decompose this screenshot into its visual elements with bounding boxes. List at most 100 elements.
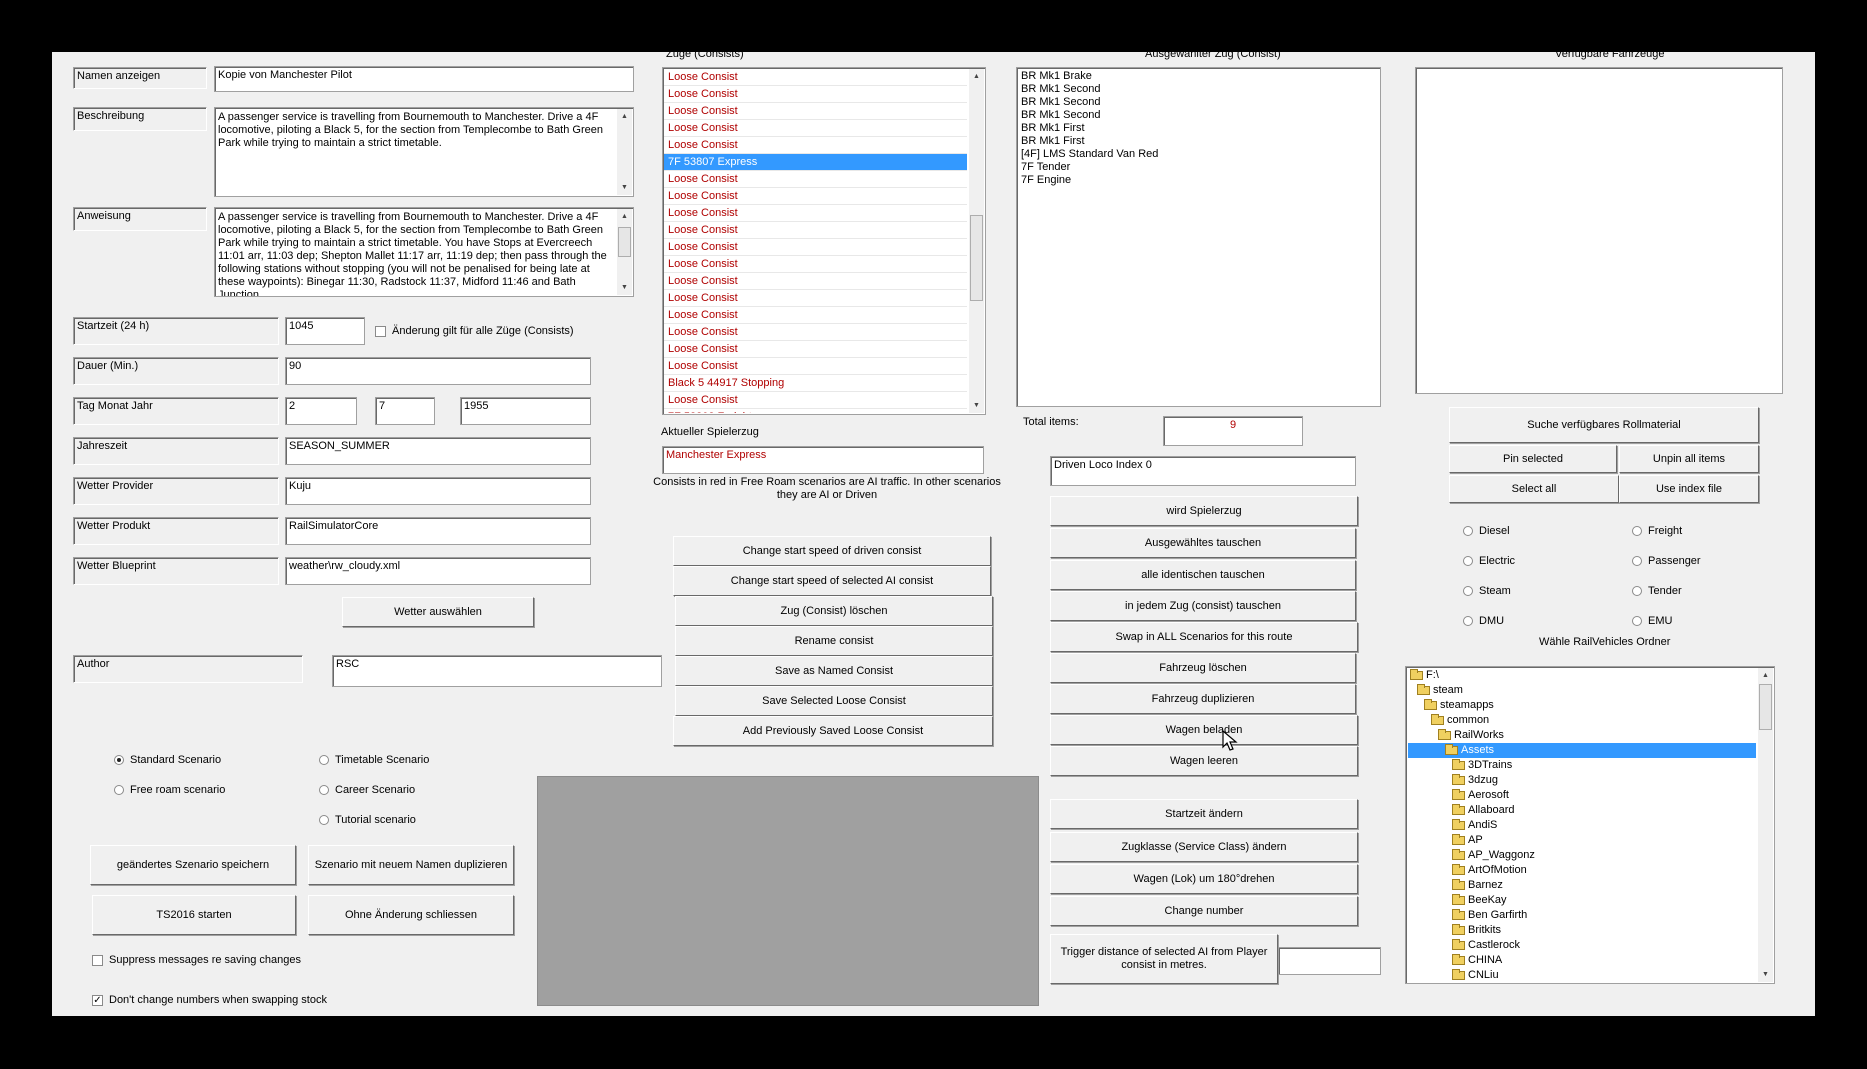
choose-weather-button[interactable]: Wetter auswählen	[342, 597, 534, 627]
save-scenario-button[interactable]: geändertes Szenario speichern	[90, 845, 296, 885]
train-vehicle-item[interactable]: BR Mk1 Second	[1021, 96, 1376, 109]
instruction-scrollbar[interactable]: ▲ ▼	[617, 209, 632, 295]
month-input[interactable]: 7	[375, 397, 435, 425]
duration-input[interactable]: 90	[285, 357, 591, 385]
tree-node[interactable]: 3DTrains	[1408, 758, 1756, 773]
delete-vehicle-button[interactable]: Fahrzeug löschen	[1050, 653, 1356, 683]
type-passenger-radio[interactable]: Passenger	[1632, 555, 1701, 567]
train-vehicle-item[interactable]: [4F] LMS Standard Van Red	[1021, 148, 1376, 161]
duplicate-vehicle-button[interactable]: Fahrzeug duplizieren	[1050, 684, 1356, 714]
consist-item[interactable]: Loose Consist	[664, 290, 967, 307]
radio-icon[interactable]	[319, 785, 329, 795]
radio-icon[interactable]	[1632, 556, 1642, 566]
tree-node[interactable]: AP	[1408, 833, 1756, 848]
consists-list[interactable]: Loose Consist Loose Consist Loose Consist L…	[662, 67, 986, 415]
scroll-up-icon[interactable]: ▲	[1758, 668, 1773, 683]
consist-item-selected[interactable]: 7F 53807 Express	[664, 154, 967, 171]
tree-node[interactable]: 3dzug	[1408, 773, 1756, 788]
scroll-down-icon[interactable]: ▼	[617, 280, 632, 295]
scroll-thumb[interactable]	[970, 215, 983, 301]
radio-icon[interactable]	[1632, 616, 1642, 626]
consist-item[interactable]: Loose Consist	[664, 103, 967, 120]
tree-node[interactable]: CHINA	[1408, 953, 1756, 968]
search-rolling-stock-button[interactable]: Suche verfügbares Rollmaterial	[1449, 407, 1759, 443]
consist-item[interactable]: Loose Consist	[664, 222, 967, 239]
consist-item[interactable]: Loose Consist	[664, 120, 967, 137]
swap-all-scenarios-button[interactable]: Swap in ALL Scenarios for this route	[1050, 622, 1358, 652]
delete-consist-button[interactable]: Zug (Consist) löschen	[675, 596, 993, 626]
consist-item[interactable]: Loose Consist	[664, 69, 967, 86]
radio-icon[interactable]	[1632, 526, 1642, 536]
change-service-class-button[interactable]: Zugklasse (Service Class) ändern	[1050, 832, 1358, 862]
tree-node[interactable]: steam	[1408, 683, 1756, 698]
consist-item[interactable]: Loose Consist	[664, 324, 967, 341]
pin-selected-button[interactable]: Pin selected	[1449, 445, 1617, 473]
close-without-change-button[interactable]: Ohne Änderung schliessen	[308, 895, 514, 935]
tree-node[interactable]: Britkits	[1408, 923, 1756, 938]
radio-icon[interactable]	[1463, 556, 1473, 566]
available-vehicles-list[interactable]	[1415, 67, 1783, 394]
day-input[interactable]: 2	[285, 397, 357, 425]
scroll-down-icon[interactable]: ▼	[969, 398, 984, 413]
suppress-messages-checkbox[interactable]: Suppress messages re saving changes	[92, 954, 301, 966]
instruction-input[interactable]: A passenger service is travelling from B…	[214, 207, 634, 297]
add-saved-loose-consist-button[interactable]: Add Previously Saved Loose Consist	[673, 716, 993, 746]
empty-wagon-button[interactable]: Wagen leeren	[1050, 746, 1358, 776]
scroll-thumb[interactable]	[618, 227, 631, 257]
type-tender-radio[interactable]: Tender	[1632, 585, 1682, 597]
weather-provider-input[interactable]: Kuju	[285, 477, 591, 505]
tree-node[interactable]: Barnez	[1408, 878, 1756, 893]
consist-item[interactable]: Loose Consist	[664, 273, 967, 290]
radio-icon[interactable]	[319, 815, 329, 825]
free-roam-radio[interactable]: Free roam scenario	[114, 784, 225, 796]
scroll-up-icon[interactable]: ▲	[617, 209, 632, 224]
train-vehicle-item[interactable]: 7F Engine	[1021, 174, 1376, 187]
consist-item[interactable]: Loose Consist	[664, 171, 967, 188]
type-diesel-radio[interactable]: Diesel	[1463, 525, 1510, 537]
consists-scrollbar[interactable]: ▲ ▼	[969, 69, 984, 413]
scroll-up-icon[interactable]: ▲	[617, 109, 632, 124]
change-start-speed-ai-button[interactable]: Change start speed of selected AI consis…	[673, 566, 991, 596]
load-wagon-button[interactable]: Wagen beladen	[1050, 715, 1358, 745]
timetable-scenario-radio[interactable]: Timetable Scenario	[319, 754, 429, 766]
description-input[interactable]: A passenger service is travelling from B…	[214, 107, 634, 197]
consist-item[interactable]: 7F 53802 Freight	[664, 409, 967, 413]
save-named-consist-button[interactable]: Save as Named Consist	[675, 656, 993, 686]
start-ts2016-button[interactable]: TS2016 starten	[92, 895, 296, 935]
consist-item[interactable]: Loose Consist	[664, 358, 967, 375]
consist-item[interactable]: Loose Consist	[664, 137, 967, 154]
rename-consist-button[interactable]: Rename consist	[675, 626, 993, 656]
type-dmu-radio[interactable]: DMU	[1463, 615, 1504, 627]
checkbox-box[interactable]	[92, 954, 103, 966]
train-vehicle-item[interactable]: 7F Tender	[1021, 161, 1376, 174]
type-freight-radio[interactable]: Freight	[1632, 525, 1682, 537]
radio-icon[interactable]	[319, 755, 329, 765]
selected-train-list[interactable]: BR Mk1 Brake BR Mk1 Second BR Mk1 Second BR…	[1016, 67, 1381, 407]
checkbox-checked-icon[interactable]: ✓	[92, 994, 103, 1006]
weather-blueprint-input[interactable]: weather\rw_cloudy.xml	[285, 557, 591, 585]
year-input[interactable]: 1955	[460, 397, 591, 425]
scroll-thumb[interactable]	[1759, 684, 1772, 730]
tree-node[interactable]: RailWorks	[1408, 728, 1756, 743]
tree-node[interactable]: CNLiu	[1408, 968, 1756, 982]
driven-loco-index-input[interactable]: Driven Loco Index 0	[1050, 456, 1356, 486]
radio-selected-icon[interactable]	[114, 755, 124, 765]
tree-node[interactable]: Aerosoft	[1408, 788, 1756, 803]
rotate-vehicle-button[interactable]: Wagen (Lok) um 180°drehen	[1050, 864, 1358, 894]
dont-change-numbers-checkbox[interactable]: ✓ Don't change numbers when swapping sto…	[92, 994, 327, 1006]
apply-all-checkbox[interactable]: Änderung gilt für alle Züge (Consists)	[375, 325, 574, 337]
start-time-input[interactable]: 1045	[285, 317, 365, 345]
scroll-up-icon[interactable]: ▲	[969, 69, 984, 84]
tree-node[interactable]: Castlerock	[1408, 938, 1756, 953]
consist-item[interactable]: Loose Consist	[664, 86, 967, 103]
swap-selected-button[interactable]: Ausgewähltes tauschen	[1050, 528, 1356, 558]
consist-item[interactable]: Loose Consist	[664, 307, 967, 324]
folder-tree[interactable]: F:\ steam steamapps common RailWorks Assets 3D…	[1405, 666, 1775, 984]
consist-item[interactable]: Loose Consist	[664, 256, 967, 273]
type-steam-radio[interactable]: Steam	[1463, 585, 1511, 597]
tutorial-scenario-radio[interactable]: Tutorial scenario	[319, 814, 416, 826]
consist-item[interactable]: Loose Consist	[664, 341, 967, 358]
radio-icon[interactable]	[114, 785, 124, 795]
tree-node[interactable]: Allaboard	[1408, 803, 1756, 818]
checkbox-box[interactable]	[375, 325, 386, 337]
